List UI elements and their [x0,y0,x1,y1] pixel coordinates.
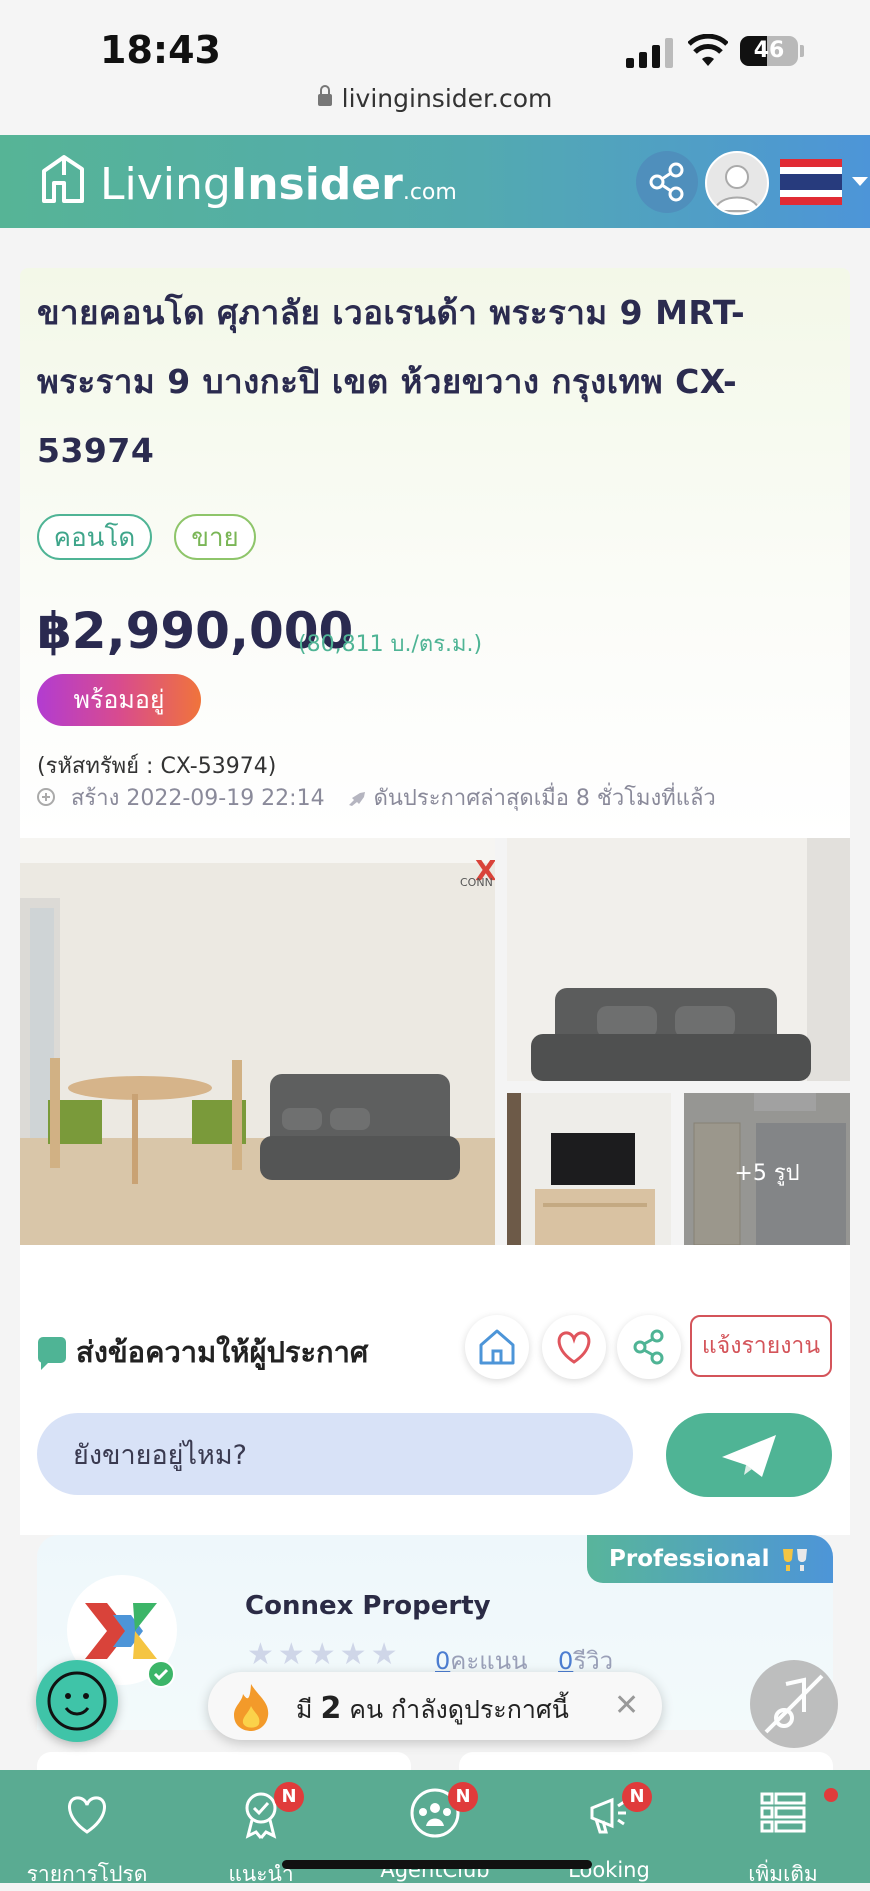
home-icon [479,1329,515,1365]
nav-favorites[interactable]: รายการโปรด [0,1770,174,1886]
viewers-prefix: มี [296,1695,313,1724]
user-avatar-icon[interactable] [705,151,769,215]
wifi-icon [688,34,728,66]
report-button[interactable]: แจ้งรายงาน [690,1315,832,1377]
ready-to-move-badge: พร้อมอยู่ [37,674,201,726]
listing-meta: สร้าง 2022-09-19 22:14 ดันประกาศล่าสุดเม… [37,780,716,815]
address-bar[interactable]: livinginsider.com [0,84,870,113]
thai-flag-icon[interactable] [780,159,842,205]
professional-label: Professional [609,1546,770,1572]
send-icon [722,1435,776,1477]
new-badge: N [448,1782,478,1812]
listing-photo-sofa[interactable] [507,838,850,1081]
living-room-photo: X CONN [20,838,495,1245]
battery-level: 46 [753,38,785,63]
site-logo[interactable]: LivingInsider.com [100,159,457,210]
status-bar: 18:43 46 livinginsider.com [0,0,870,135]
new-badge: N [274,1782,304,1812]
logo-living: Living [100,159,231,210]
viewers-suffix: คน กำลังดูประกาศนี้ [349,1695,569,1724]
review-label: รีวิว [573,1647,614,1675]
favorite-button[interactable] [542,1315,606,1379]
message-title: ส่งข้อความให้ผู้ประกาศ [76,1335,369,1369]
listing-title: ขายคอนโด ศุภาลัย เวอเรนด้า พระราม 9 MRT-… [37,293,746,470]
agent-name[interactable]: Connex Property [245,1591,491,1621]
share-icon [633,1329,664,1365]
notification-dot [824,1788,838,1802]
created-icon [37,788,55,806]
photo-watermark: CONN [460,876,493,889]
share-icon [649,162,684,202]
more-photos-label: +5 รูป [734,1161,800,1186]
score-label: คะแนน [450,1647,528,1675]
status-time: 18:43 [100,28,221,72]
nav-more[interactable]: เพิ่มเติม [696,1770,870,1886]
header-share-button[interactable] [636,151,698,213]
professional-badge: Professional [587,1535,833,1583]
battery-icon: 46 [740,36,798,66]
listing-photo-main[interactable]: X CONN [20,838,495,1245]
message-section: ส่งข้อความให้ผู้ประกาศ แจ้งรายงาน [20,1245,850,1535]
listing-type-tag[interactable]: ขาย [174,514,256,560]
verified-check-icon [147,1660,175,1688]
url-text: livinginsider.com [341,84,553,113]
chat-icon [38,1337,66,1370]
smiley-icon [47,1671,107,1731]
property-type-tag[interactable]: คอนโด [37,514,152,560]
logo-com: .com [402,180,457,205]
fire-icon [234,1684,269,1731]
menu-list-icon [760,1792,806,1833]
listing-photo-more[interactable]: +5 รูป [684,1093,850,1245]
price-per-sqm: (80,811 บ./ตร.ม.) [298,632,483,657]
logo-insider: Insider [230,159,403,210]
nav-label: เพิ่มเติม [748,1862,818,1886]
viewers-notification: มี 2 คน กำลังดูประกาศนี้ ✕ [208,1672,662,1740]
language-dropdown-caret-icon[interactable] [852,177,868,186]
asset-code: (รหัสทรัพย์ : CX-53974) [37,754,277,779]
mute-sound-button[interactable] [750,1660,838,1748]
compare-home-button[interactable] [465,1315,529,1379]
living-insider-logo-icon[interactable] [40,153,86,205]
send-message-button[interactable] [666,1413,832,1497]
lock-icon [317,85,332,106]
viewers-count: 2 [320,1691,342,1726]
cellular-signal-icon [626,36,676,68]
created-date: สร้าง 2022-09-19 22:14 [71,786,325,811]
sofa-photo [507,838,850,1081]
close-icon[interactable]: ✕ [614,1688,639,1723]
new-badge: N [622,1782,652,1812]
trophy-icon [783,1549,807,1571]
feedback-emoji-button[interactable] [36,1660,118,1742]
listing-photo-tv[interactable] [507,1093,671,1245]
listing-summary-card: ขายคอนโด ศุภาลัย เวอเรนด้า พระราม 9 MRT-… [20,268,850,838]
nav-label: รายการโปรด [26,1862,148,1886]
rocket-icon [348,792,365,806]
site-header: LivingInsider.com [0,135,870,228]
score-count[interactable]: 0 [435,1647,450,1675]
heart-icon [68,1796,106,1834]
boosted-time: ดันประกาศล่าสุดเมื่อ 8 ชั่วโมงที่แล้ว [373,786,716,811]
share-listing-button[interactable] [617,1315,681,1379]
mute-icon [764,1674,824,1734]
message-input[interactable] [37,1413,633,1495]
heart-icon [557,1331,591,1364]
review-count[interactable]: 0 [558,1647,573,1675]
home-indicator [282,1860,592,1869]
viewers-text: มี 2 คน กำลังดูประกาศนี้ [296,1690,569,1730]
rating-stars-icon: ★★★★★ [247,1637,402,1672]
tv-photo [507,1093,671,1245]
